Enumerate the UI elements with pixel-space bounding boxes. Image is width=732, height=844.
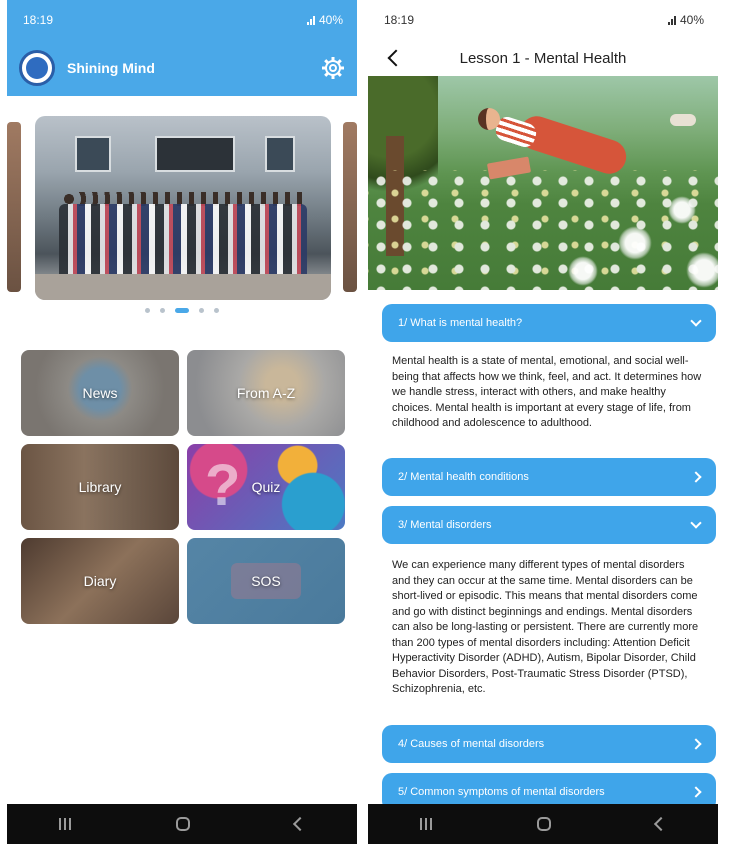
carousel-dot[interactable] [214,308,219,313]
menu-tile-from-a-z[interactable]: From A-Z [187,350,345,436]
dog-icon [670,114,696,126]
chevron-right-icon [690,738,702,750]
accordion-mental-health-conditions[interactable]: 2/ Mental health conditions [382,458,716,496]
home-screen: 18:19 40% Shining Mind News From A-Z Lib… [7,0,357,844]
system-nav-bar [7,804,357,844]
carousel-prev-slide[interactable] [7,122,21,292]
section-body-what-is-mental-health: Mental health is a state of mental, emot… [392,355,702,429]
carousel-dot[interactable] [175,308,189,313]
accordion-mental-disorders[interactable]: 3/ Mental disorders [382,506,716,544]
app-name: Shining Mind [67,60,155,76]
signal-icon [667,15,676,25]
back-icon[interactable] [653,816,668,832]
accordion-what-is-mental-health[interactable]: 1/ What is mental health? [382,304,716,342]
menu-tile-news[interactable]: News [21,350,179,436]
menu-grid: News From A-Z Library ? Quiz Diary SOS [21,350,345,624]
section-body-mental-disorders: We can experience many different types o… [392,559,699,695]
home-icon[interactable] [536,817,551,831]
home-icon[interactable] [175,817,190,831]
lesson-illustration [368,76,718,290]
menu-tile-library[interactable]: Library [21,444,179,530]
recent-apps-icon[interactable] [420,818,433,830]
signal-icon [306,15,315,25]
app-bar: Shining Mind [7,40,357,96]
carousel-dot[interactable] [145,308,150,313]
chevron-down-icon [690,315,702,327]
chevron-right-icon [690,786,702,798]
chevron-down-icon [690,517,702,529]
status-time: 18:19 [384,13,415,27]
carousel-slide-group-photo[interactable] [35,116,331,300]
lesson-header: Lesson 1 - Mental Health [368,40,718,76]
photo-carousel[interactable] [7,110,357,305]
battery-text: 40% [318,13,343,27]
carousel-indicator [7,308,357,313]
carousel-dot[interactable] [160,308,165,313]
carousel-next-slide[interactable] [343,122,357,292]
system-nav-bar [368,804,718,844]
status-bar: 18:19 40% [368,0,718,40]
carousel-dot[interactable] [199,308,204,313]
recent-apps-icon[interactable] [59,818,72,830]
lesson-screen: 18:19 40% Lesson 1 - Mental Health 1/ Wh… [368,0,718,844]
accordion-causes-of-mental-disorders[interactable]: 4/ Causes of mental disorders [382,725,716,763]
logo-icon [19,50,55,86]
chevron-right-icon [690,471,702,483]
status-time: 18:19 [23,13,54,27]
menu-tile-sos[interactable]: SOS [187,538,345,624]
page-title: Lesson 1 - Mental Health [459,49,627,67]
status-bar: 18:19 40% [7,0,357,40]
battery-text: 40% [679,13,704,27]
menu-tile-diary[interactable]: Diary [21,538,179,624]
gear-icon[interactable] [321,56,345,80]
menu-tile-quiz[interactable]: ? Quiz [187,444,345,530]
question-mark-icon: ? [205,453,241,518]
back-icon[interactable] [292,816,307,832]
